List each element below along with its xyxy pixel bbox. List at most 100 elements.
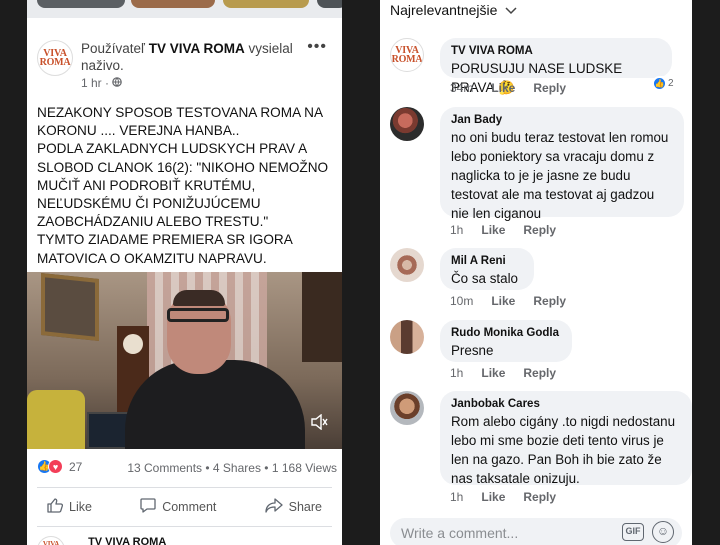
thumbnail[interactable] [223, 0, 309, 8]
comment-like-button[interactable]: Like [481, 490, 505, 504]
comment-meta: 10m Like Reply [450, 294, 566, 308]
stats-right: 13 Comments • 4 Shares • 1 168 Views [127, 461, 337, 475]
comment-text: Presne [451, 343, 494, 358]
next-post-page-name: TV VIVA ROMA [88, 536, 167, 545]
comments-panel: Najrelevantnejšie VIVA ROMA TV VIVA ROMA … [380, 0, 692, 545]
comment-item: Jan Bady no oni budu teraz testovat len … [390, 107, 690, 242]
stats-separator: • [264, 461, 272, 475]
share-label: Share [288, 500, 322, 514]
comment-icon [140, 497, 156, 517]
sort-dropdown[interactable]: Najrelevantnejšie [390, 2, 517, 18]
comment-text: Rom alebo cigány .to nigdi nedostanu leb… [451, 414, 676, 486]
comment-text: no oni budu teraz testovat len romou leb… [451, 130, 669, 221]
avatar[interactable]: VIVA ROMA [390, 38, 424, 72]
next-post-preview[interactable]: VIVA TV VIVA ROMA [37, 536, 166, 545]
love-reaction-icon: ♥ [48, 459, 63, 474]
comment-time[interactable]: 34m [450, 81, 473, 95]
comment-like-button[interactable]: Like [481, 366, 505, 380]
comment-reply-button[interactable]: Reply [533, 81, 566, 95]
thumbnail[interactable] [131, 0, 215, 8]
thumbnail[interactable] [317, 0, 342, 8]
live-video[interactable] [27, 272, 342, 449]
chevron-down-icon [505, 6, 517, 18]
comment-label: Comment [162, 500, 217, 514]
reactions-summary[interactable]: 👍 ♥ 27 [37, 459, 82, 474]
like-button[interactable]: Like [37, 495, 102, 519]
avatar[interactable] [390, 248, 424, 282]
comment-item: Rudo Monika Godla Presne 1h Like Reply [390, 320, 690, 385]
post-actions: Like Comment Share [37, 495, 332, 519]
comments-count[interactable]: 13 Comments [127, 461, 202, 475]
comment-item: Janbobak Cares Rom alebo cigány .to nigd… [390, 391, 692, 508]
sort-label: Najrelevantnejšie [390, 2, 498, 18]
post-text: NEZAKONY SPOSOB TESTOVANA ROMA NA KORONU… [37, 105, 329, 266]
share-button[interactable]: Share [255, 495, 332, 519]
comment-like-badge[interactable]: 👍 2 [652, 76, 677, 91]
comment-bubble[interactable]: Rudo Monika Godla Presne [440, 320, 572, 362]
comment-reply-button[interactable]: Reply [523, 366, 556, 380]
comment-reply-button[interactable]: Reply [523, 490, 556, 504]
comment-bubble[interactable]: Janbobak Cares Rom alebo cigány .to nigd… [440, 391, 692, 486]
stats-separator: • [205, 461, 213, 475]
commenter-name[interactable]: Rudo Monika Godla [451, 326, 560, 341]
comment-time[interactable]: 1h [450, 490, 463, 504]
logo-text: VIVA [42, 539, 60, 545]
thumbnail[interactable] [37, 0, 125, 8]
logo-text: VIVA ROMA [39, 48, 71, 68]
divider [37, 526, 332, 527]
emoji-icon[interactable]: ☺ [652, 521, 674, 543]
mute-icon[interactable] [310, 413, 328, 435]
video-person-glasses [167, 308, 229, 322]
avatar[interactable] [390, 391, 424, 425]
meta-separator: · [105, 76, 110, 90]
divider [37, 487, 332, 488]
post-card: VIVA ROMA Používateľ TV VIVA ROMA vysiela… [27, 0, 342, 545]
previous-story-thumbnails[interactable] [27, 0, 342, 18]
comment-bubble[interactable]: Mil A Reni Čo sa stalo [440, 248, 534, 290]
comment-like-button[interactable]: Like [491, 294, 515, 308]
comment-like-button[interactable]: Like [491, 81, 515, 95]
commenter-name[interactable]: TV VIVA ROMA [451, 44, 660, 59]
avatar[interactable] [390, 107, 424, 141]
comment-meta: 1h Like Reply [450, 366, 556, 380]
comment-reply-button[interactable]: Reply [533, 294, 566, 308]
gif-icon[interactable]: GIF [622, 523, 644, 541]
page-logo[interactable]: VIVA ROMA [37, 40, 73, 76]
post-time[interactable]: 1 hr [81, 76, 102, 90]
globe-icon [112, 76, 123, 90]
comment-like-button[interactable]: Like [481, 223, 505, 237]
page-name-link[interactable]: TV VIVA ROMA [149, 41, 245, 56]
logo-text: VIVA ROMA [391, 45, 423, 65]
comment-composer[interactable]: Write a comment... GIF ☺ [390, 518, 682, 545]
video-person-hair [173, 290, 225, 306]
avatar[interactable] [390, 320, 424, 354]
video-wall-picture [41, 272, 99, 342]
shares-count[interactable]: 4 Shares [213, 461, 261, 475]
comment-time[interactable]: 1h [450, 223, 463, 237]
comment-text: Čo sa stalo [451, 271, 518, 286]
comment-reply-button[interactable]: Reply [523, 223, 556, 237]
comment-time[interactable]: 10m [450, 294, 473, 308]
comment-button[interactable]: Comment [130, 495, 226, 519]
comment-meta: 1h Like Reply [450, 223, 556, 237]
like-label: Like [69, 500, 92, 514]
commenter-name[interactable]: Jan Bady [451, 113, 672, 128]
views-count: 1 168 Views [271, 461, 337, 475]
reactions-count: 27 [69, 459, 83, 474]
thumbs-up-icon [47, 497, 64, 517]
commenter-name[interactable]: Mil A Reni [451, 254, 522, 269]
comment-meta: 34m Like Reply [450, 81, 566, 95]
comment-bubble[interactable]: Jan Bady no oni budu teraz testovat len … [440, 107, 684, 221]
comment-time[interactable]: 1h [450, 366, 463, 380]
author-prefix: Používateľ [81, 41, 145, 56]
more-options-icon[interactable]: ••• [307, 38, 327, 56]
post-stats: 👍 ♥ 27 13 Comments • 4 Shares • 1 168 Vi… [37, 457, 337, 479]
post-author-line: Používateľ TV VIVA ROMA vysielal naživo. [81, 40, 306, 74]
post-meta: 1 hr · [81, 76, 123, 90]
commenter-name[interactable]: Janbobak Cares [451, 397, 680, 412]
comment-bubble[interactable]: TV VIVA ROMA PORUSUJU NASE LUDSKE PRAVA.… [440, 38, 672, 95]
comment-meta: 1h Like Reply [450, 490, 556, 504]
share-icon [264, 497, 283, 517]
comment-input-placeholder[interactable]: Write a comment... [401, 525, 518, 541]
comment-like-count: 2 [668, 78, 674, 89]
